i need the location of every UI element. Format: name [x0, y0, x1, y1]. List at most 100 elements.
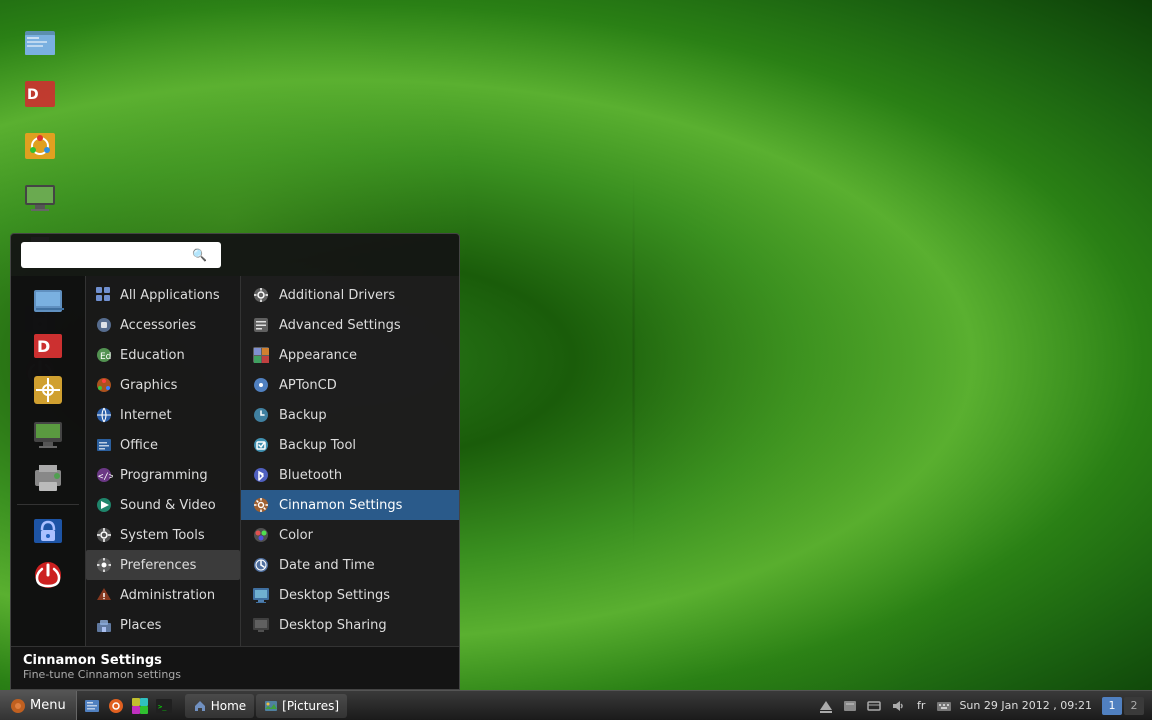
menu-cinnamon-icon — [10, 698, 26, 714]
desktop-icon-paint[interactable] — [10, 124, 70, 168]
menu-tooltip: Cinnamon Settings Fine-tune Cinnamon set… — [11, 646, 459, 689]
search-input-wrapper[interactable]: 🔍 — [21, 242, 221, 268]
taskbar-icon-terminal[interactable]: >_ — [153, 695, 175, 717]
system-tools-icon — [94, 525, 114, 545]
category-education[interactable]: Ed Education — [86, 340, 240, 370]
taskbar-icon-files[interactable] — [81, 695, 103, 717]
menu-apps-list: Additional Drivers Advanced Settings — [241, 276, 459, 646]
accessories-icon — [94, 315, 114, 335]
places-icon — [94, 615, 114, 635]
search-icon: 🔍 — [192, 248, 207, 262]
app-additional-drivers[interactable]: Additional Drivers — [241, 280, 459, 310]
sound-video-icon — [94, 495, 114, 515]
left-icon-1[interactable] — [15, 281, 81, 323]
backup-tool-icon — [251, 435, 271, 455]
svg-text:Ed: Ed — [100, 352, 111, 362]
category-programming[interactable]: </> Programming — [86, 460, 240, 490]
app-cinnamon-settings[interactable]: Cinnamon Settings — [241, 490, 459, 520]
search-bar: 🔍 — [11, 234, 459, 276]
svg-text:D: D — [37, 337, 50, 356]
app-bluetooth[interactable]: Bluetooth — [241, 460, 459, 490]
taskbar-menu-button[interactable]: Menu — [0, 691, 77, 720]
menu-categories: All Applications Accessories — [86, 276, 241, 646]
advanced-settings-icon — [251, 315, 271, 335]
desktop: D — [0, 0, 1152, 720]
pictures-icon — [264, 699, 278, 713]
additional-drivers-icon — [251, 285, 271, 305]
search-input[interactable] — [27, 248, 192, 262]
svg-text:</>: </> — [98, 472, 113, 482]
app-backup-tool[interactable]: Backup Tool — [241, 430, 459, 460]
tray-icon-network[interactable] — [865, 697, 883, 715]
language-indicator[interactable]: fr — [917, 699, 925, 712]
app-date-time[interactable]: Date and Time — [241, 550, 459, 580]
app-color[interactable]: Color — [241, 520, 459, 550]
programming-icon: </> — [94, 465, 114, 485]
category-graphics[interactable]: Graphics — [86, 370, 240, 400]
workspace-switcher: 1 2 — [1102, 697, 1144, 715]
tray-icon-sound[interactable] — [889, 697, 907, 715]
app-desktop-sharing[interactable]: Desktop Sharing — [241, 610, 459, 640]
menu-content: D — [11, 276, 459, 646]
taskbar-left-area: >_ Home [Pictures] — [77, 694, 809, 718]
workspace-2[interactable]: 2 — [1124, 697, 1144, 715]
color-icon — [251, 525, 271, 545]
tooltip-title: Cinnamon Settings — [23, 653, 447, 668]
all-applications-icon — [94, 285, 114, 305]
internet-icon — [94, 405, 114, 425]
svg-text:>_: >_ — [158, 703, 167, 711]
category-sound-video[interactable]: Sound & Video — [86, 490, 240, 520]
workspace-1[interactable]: 1 — [1102, 697, 1122, 715]
office-icon — [94, 435, 114, 455]
bluetooth-icon — [251, 465, 271, 485]
start-menu: 🔍 D — [10, 233, 460, 690]
left-icon-lock[interactable] — [15, 510, 81, 552]
appearance-icon — [251, 345, 271, 365]
tray-icon-keyboard[interactable] — [935, 697, 953, 715]
left-icon-3[interactable] — [15, 369, 81, 411]
category-administration[interactable]: Administration — [86, 580, 240, 610]
left-sidebar-divider — [17, 504, 79, 505]
preferences-icon — [94, 555, 114, 575]
category-system-tools[interactable]: System Tools — [86, 520, 240, 550]
taskbar-right-area: fr Sun 29 Jan 2012 , 09:21 1 2 — [809, 697, 1152, 715]
taskbar: Menu — [0, 690, 1152, 720]
taskbar-app-home[interactable]: Home — [185, 694, 254, 718]
category-office[interactable]: Office — [86, 430, 240, 460]
education-icon: Ed — [94, 345, 114, 365]
taskbar-icon-gear[interactable] — [129, 695, 151, 717]
category-accessories[interactable]: Accessories — [86, 310, 240, 340]
category-preferences[interactable]: Preferences — [86, 550, 240, 580]
app-backup[interactable]: Backup — [241, 400, 459, 430]
backup-icon — [251, 405, 271, 425]
taskbar-icon-browser[interactable] — [105, 695, 127, 717]
administration-icon — [94, 585, 114, 605]
category-internet[interactable]: Internet — [86, 400, 240, 430]
app-aptoncd[interactable]: APTonCD — [241, 370, 459, 400]
left-icon-power[interactable] — [15, 554, 81, 596]
desktop-icon-files[interactable] — [10, 20, 70, 64]
app-appearance[interactable]: Appearance — [241, 340, 459, 370]
cinnamon-settings-icon — [251, 495, 271, 515]
tray-icon-eject[interactable] — [817, 697, 835, 715]
left-icon-4[interactable] — [15, 413, 81, 455]
home-icon — [193, 699, 207, 713]
taskbar-app-pictures[interactable]: [Pictures] — [256, 694, 347, 718]
tooltip-description: Fine-tune Cinnamon settings — [23, 668, 447, 681]
left-icon-5[interactable] — [15, 457, 81, 499]
desktop-icon-dvd[interactable]: D — [10, 72, 70, 116]
category-all-applications[interactable]: All Applications — [86, 280, 240, 310]
date-time-icon — [251, 555, 271, 575]
left-icon-2[interactable]: D — [15, 325, 81, 367]
menu-left-sidebar: D — [11, 276, 86, 646]
app-desktop-settings[interactable]: Desktop Settings — [241, 580, 459, 610]
desktop-settings-icon — [251, 585, 271, 605]
datetime-display: Sun 29 Jan 2012 , 09:21 — [959, 699, 1092, 712]
svg-text:D: D — [27, 87, 39, 103]
graphics-icon — [94, 375, 114, 395]
desktop-sharing-icon — [251, 615, 271, 635]
category-places[interactable]: Places — [86, 610, 240, 640]
tray-icon-storage[interactable] — [841, 697, 859, 715]
desktop-icon-monitor[interactable] — [10, 176, 70, 220]
app-advanced-settings[interactable]: Advanced Settings — [241, 310, 459, 340]
